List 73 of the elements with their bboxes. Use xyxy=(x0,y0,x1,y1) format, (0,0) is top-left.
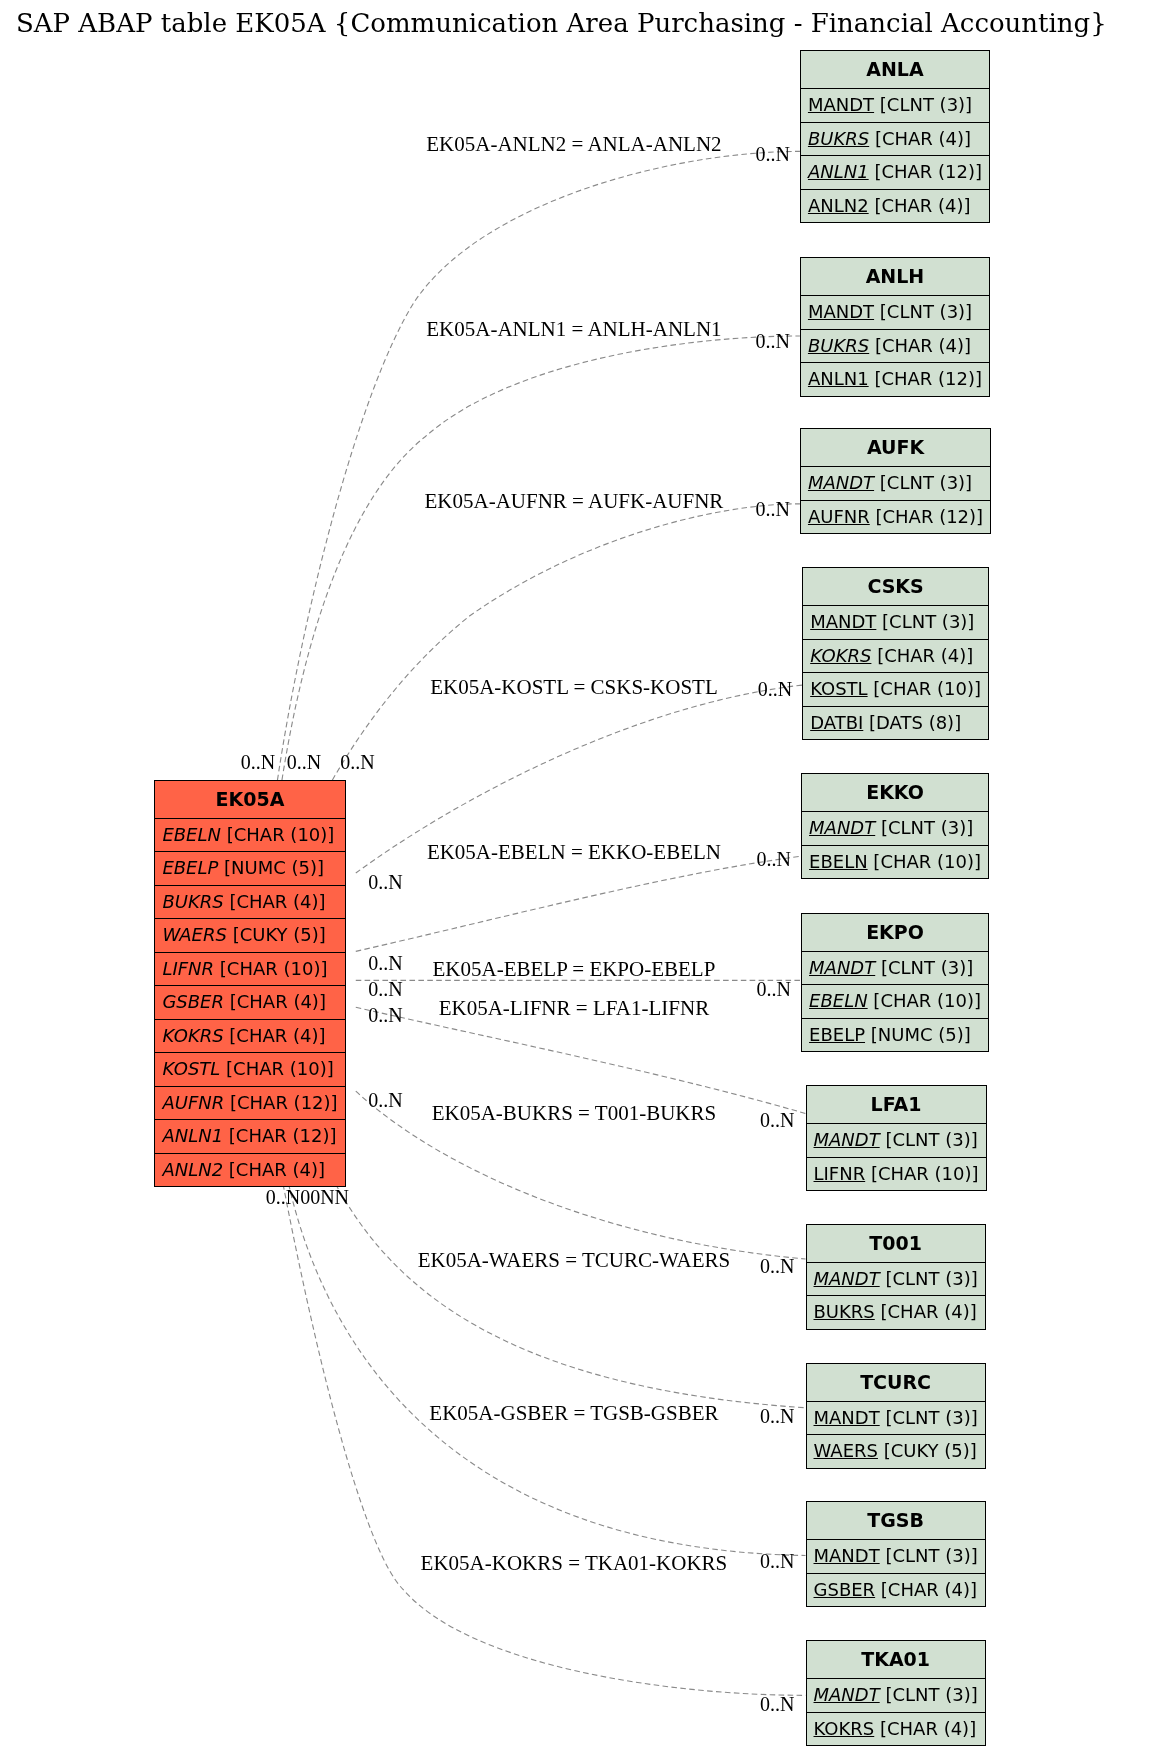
table-field: KOKRS [CHAR (4)] xyxy=(806,1711,985,1746)
cardinality-label: 0..N xyxy=(759,1406,795,1427)
cardinality-label: 0..N xyxy=(759,1109,795,1130)
table-field: BUKRS [CHAR (4)] xyxy=(806,1295,985,1329)
table-field: MANDT [CLNT (3)] xyxy=(800,295,990,329)
table-name: EKKO xyxy=(865,780,925,806)
table-field: BUKRS [CHAR (4)] xyxy=(155,884,345,919)
cardinality-label: 0..N xyxy=(368,953,403,974)
cardinality-label: 0..N xyxy=(368,978,403,999)
table-field: LIFNR [CHAR (10)] xyxy=(806,1156,986,1191)
table-field: GSBER [CHAR (4)] xyxy=(806,1572,985,1607)
table-name: AUFK xyxy=(865,435,926,461)
table-field: ANLN1 [CHAR (12)] xyxy=(155,1119,345,1153)
table-field: EBELN [CHAR (10)] xyxy=(802,984,988,1018)
table-field: KOSTL [CHAR (10)] xyxy=(803,672,988,706)
table-field: MANDT [CLNT (3)] xyxy=(800,466,991,500)
table-field: GSBER [CHAR (4)] xyxy=(155,985,345,1019)
table-field: BUKRS [CHAR (4)] xyxy=(800,121,990,156)
table-field: AUFNR [CHAR (12)] xyxy=(800,500,991,534)
cardinality-label: 0..N xyxy=(340,751,375,772)
cardinality-label: 0..N xyxy=(755,498,790,519)
relation-label: EK05A-AUFNR = AUFK-AUFNR xyxy=(424,491,724,512)
table-name: LFA1 xyxy=(869,1092,923,1118)
table-field: MANDT [CLNT (3)] xyxy=(806,1539,985,1573)
table-field: EBELN [CHAR (10)] xyxy=(802,844,988,879)
table-field: MANDT [CLNT (3)] xyxy=(802,811,988,845)
table-field: BUKRS [CHAR (4)] xyxy=(800,328,990,363)
cardinality-label: 0..N xyxy=(755,331,790,352)
cardinality-label: 0..N xyxy=(759,1693,795,1714)
table-field: KOKRS [CHAR (4)] xyxy=(803,638,988,673)
table-field: MANDT [CLNT (3)] xyxy=(803,605,988,639)
table-name: EK05A xyxy=(214,786,286,812)
table-name: TGSB xyxy=(866,1508,925,1534)
table-field: ANLN2 [CHAR (4)] xyxy=(155,1152,345,1187)
table-field: EBELP [NUMC (5)] xyxy=(155,851,345,885)
table-field: WAERS [CUKY (5)] xyxy=(806,1434,985,1468)
table-field: EBELP [NUMC (5)] xyxy=(802,1017,988,1052)
table-field: MANDT [CLNT (3)] xyxy=(802,950,988,985)
table-field: KOSTL [CHAR (10)] xyxy=(155,1052,345,1086)
cardinality-label: 0..N xyxy=(368,1089,403,1110)
cardinality-label: 0..N00NN xyxy=(265,1187,350,1208)
cardinality-label: 0..N xyxy=(240,751,276,772)
table-name: EKPO xyxy=(865,919,925,945)
cardinality-label: 0..N xyxy=(757,679,793,700)
table-field: AUFNR [CHAR (12)] xyxy=(155,1085,345,1120)
table-field: MANDT [CLNT (3)] xyxy=(806,1400,985,1435)
table-field: ANLN1 [CHAR (12)] xyxy=(800,362,990,396)
diagram-title: SAP ABAP table EK05A {Communication Area Purchasing - Financial Accounting} xyxy=(16,8,1107,38)
cardinality-label: 0..N xyxy=(368,1004,403,1025)
table-name: CSKS xyxy=(866,574,925,600)
cardinality-label: 0..N xyxy=(759,1550,795,1571)
cardinality-label: 0..N xyxy=(286,751,322,772)
table-field: MANDT [CLNT (3)] xyxy=(806,1678,985,1712)
table-field: LIFNR [CHAR (10)] xyxy=(155,951,345,986)
table-field: MANDT [CLNT (3)] xyxy=(800,88,990,122)
table-field: MANDT [CLNT (3)] xyxy=(806,1261,985,1296)
cardinality-label: 0..N xyxy=(756,978,791,999)
cardinality-label: 0..N xyxy=(755,144,790,165)
table-field: MANDT [CLNT (3)] xyxy=(806,1123,986,1157)
table-field: WAERS [CUKY (5)] xyxy=(155,918,345,952)
table-field: ANLN2 [CHAR (4)] xyxy=(800,188,990,223)
cardinality-label: 0..N xyxy=(759,1256,795,1277)
table-field: ANLN1 [CHAR (12)] xyxy=(800,155,990,189)
table-name: T001 xyxy=(868,1230,923,1256)
table-field: DATBI [DATS (8)] xyxy=(803,705,988,740)
table-field: KOKRS [CHAR (4)] xyxy=(155,1018,345,1053)
cardinality-label: 0..N xyxy=(368,871,403,892)
cardinality-label: 0..N xyxy=(756,849,791,870)
table-name: TKA01 xyxy=(860,1647,932,1673)
table-name: ANLH xyxy=(864,264,926,290)
table-name: ANLA xyxy=(865,57,925,83)
table-field: EBELN [CHAR (10)] xyxy=(155,817,345,852)
table-name: TCURC xyxy=(859,1369,933,1395)
